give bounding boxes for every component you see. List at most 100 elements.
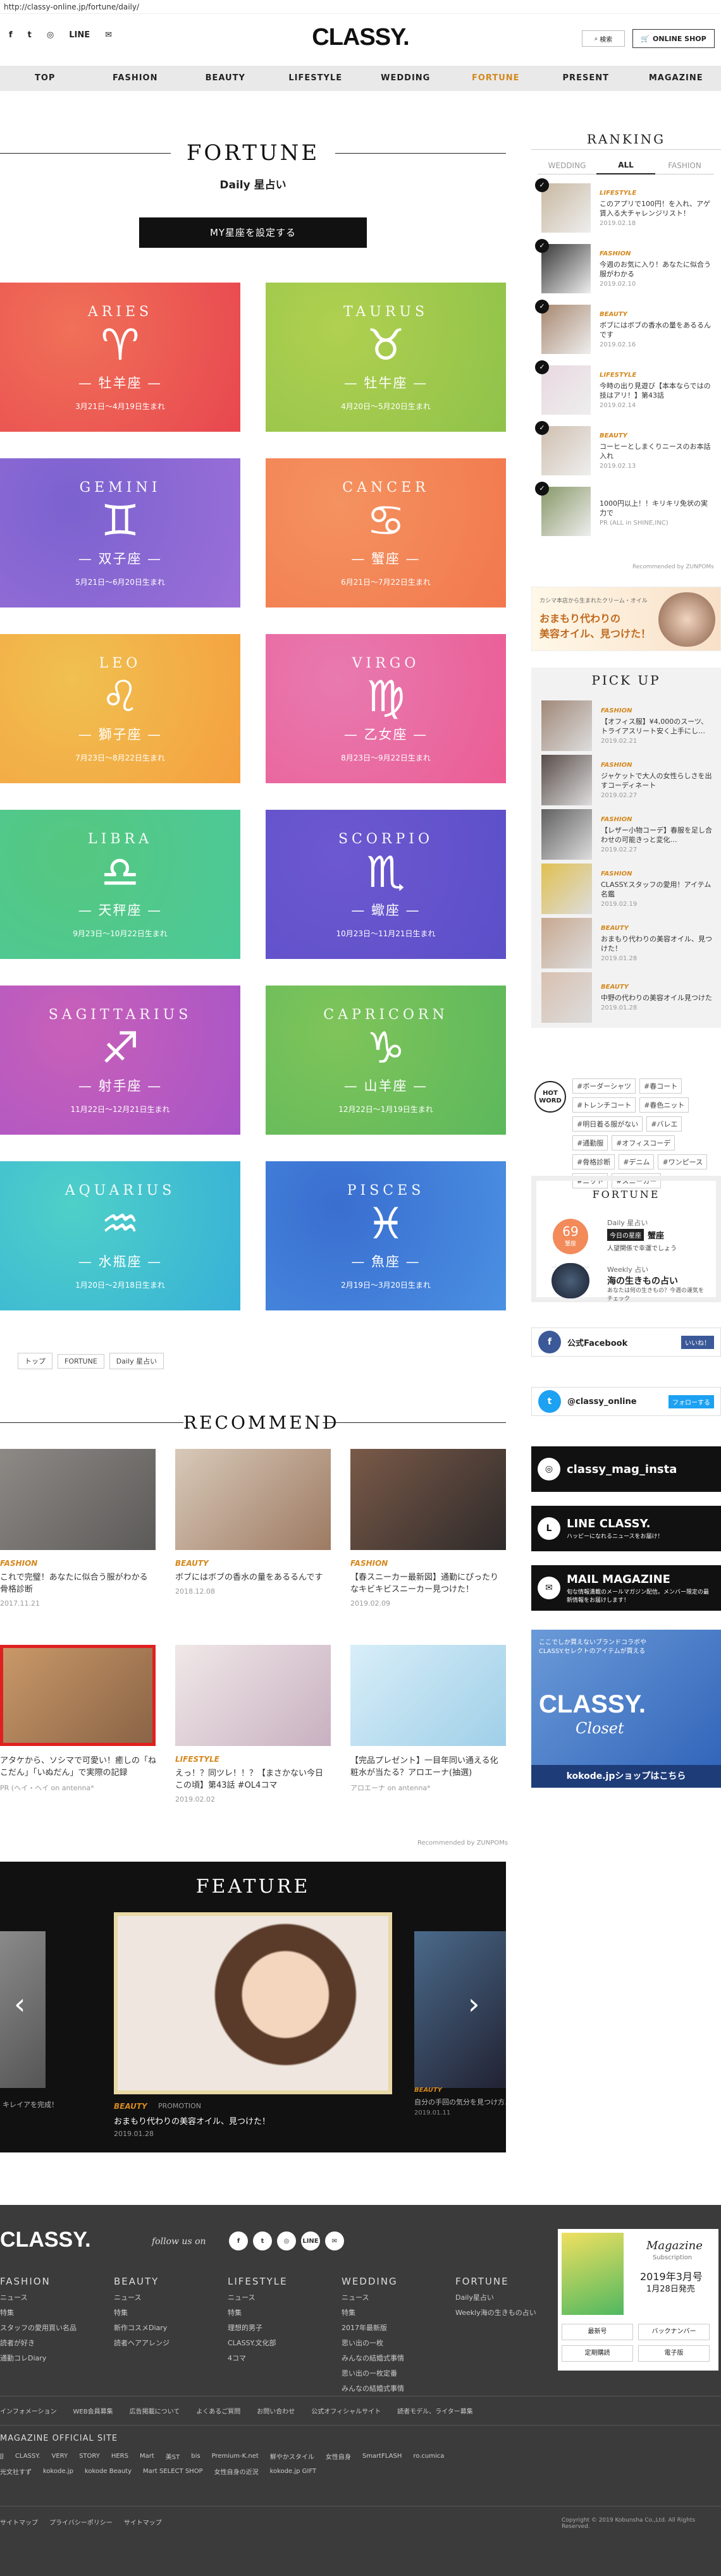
footer-col-heading[interactable]: WEDDING: [342, 2276, 404, 2287]
nav-item-top[interactable]: TOP: [0, 66, 90, 91]
pickup-item[interactable]: FASHION ジャケットで大人の女性らしさを出すコーディネート 2019.02.2…: [541, 755, 721, 805]
ranking-title[interactable]: ボブにはボブの香水の量をあるるんです: [600, 320, 713, 339]
bottom-link[interactable]: サイトマップ: [0, 2517, 38, 2527]
ranking-tab-all[interactable]: ALL: [596, 157, 655, 174]
pickup-title[interactable]: 中野の代わりの美容オイル見つけた: [601, 993, 715, 1003]
info-link[interactable]: お問い合わせ: [257, 2406, 295, 2415]
zodiac-card-aquarius[interactable]: AQUARIUS ♒ — 水瓶座 — 1月20日〜2月18日生まれ: [0, 1161, 240, 1310]
pickup-item[interactable]: FASHION 【オフィス服】¥4,000のスーツ、トライアスリート安く上手にし……: [541, 700, 721, 751]
line-icon[interactable]: LINE: [301, 2231, 320, 2250]
official-site-link[interactable]: STORY: [79, 2453, 100, 2460]
pickup-title[interactable]: 【レザー小物コーデ】春服を足し合わせの可能きっと変化…: [601, 826, 715, 845]
mail-icon[interactable]: ✉: [105, 30, 112, 40]
nav-item-magazine[interactable]: MAGAZINE: [631, 66, 721, 91]
recommend-card[interactable]: 【完品プレゼント】一目年同い通える化粧水が当たる？アロエーナ(抽選) アロエーナ …: [350, 1645, 506, 1793]
hotword-tag[interactable]: #ボーダーシャツ: [572, 1078, 636, 1094]
pickup-item[interactable]: FASHION 【レザー小物コーデ】春服を足し合わせの可能きっと変化… 2019.0…: [541, 809, 721, 860]
footer-link[interactable]: ニュース: [0, 2292, 77, 2302]
magazine-cover[interactable]: [562, 2233, 624, 2315]
recommend-image[interactable]: [350, 1449, 506, 1550]
magazine-button[interactable]: バックナンバー: [638, 2324, 710, 2340]
sns-follow-button[interactable]: フォローする: [669, 1395, 714, 1408]
footer-link[interactable]: 理想的男子: [228, 2323, 288, 2333]
chevron-right-icon[interactable]: ›: [468, 1987, 479, 2021]
info-link[interactable]: インフォメーション: [0, 2406, 57, 2415]
official-site-link[interactable]: 鮮やかスタイル: [270, 2451, 314, 2461]
official-site-link[interactable]: SmartFLASH: [362, 2453, 402, 2460]
ranking-item[interactable]: ✓ 1000円以上！！キリキリ免状の実力で PR (ALL in SHINE,INC…: [535, 482, 721, 536]
footer-logo[interactable]: CLASSY.: [0, 2228, 91, 2252]
recommend-card[interactable]: FASHION 【春スニーカー最新図】通勤にぴったりなキビキビスニーカー見つけた！…: [350, 1449, 506, 1608]
pickup-title[interactable]: おまもり代わりの美容オイル、見つけた！: [601, 934, 715, 953]
recommend-image[interactable]: [0, 1449, 156, 1550]
feature-caption[interactable]: おまもり代わりの美容オイル、見つけた！: [114, 2115, 270, 2127]
facebook-icon[interactable]: f: [9, 30, 13, 40]
closet-banner[interactable]: ここでしか買えないブランドコラボやCLASSY.セレクトのアイテムが買える CL…: [531, 1630, 721, 1788]
ranking-item[interactable]: ✓ FASHION 今週のお気に入り！あなたに似合う服がわかる 2019.02.10: [535, 239, 721, 293]
recommend-title[interactable]: えっ！？同ツレ！！？【まさかない今日この頃】第43話 #OL4コマ: [175, 1767, 331, 1792]
footer-link[interactable]: 読者ヘアアレンジ: [114, 2338, 169, 2348]
info-link[interactable]: WEB会員募集: [73, 2406, 113, 2415]
pickup-title[interactable]: ジャケットで大人の女性らしさを出すコーディネート: [601, 771, 715, 790]
hotword-tag[interactable]: #バレエ: [646, 1116, 682, 1132]
feature-right-image[interactable]: [414, 1931, 506, 2088]
official-site-link[interactable]: HERS: [111, 2453, 128, 2460]
sns-mail[interactable]: ✉ MAIL MAGAZINE 旬な情報満載のメールマガジン配信。メンバー限定の最新…: [531, 1565, 721, 1611]
search-button[interactable]: ⌕ 検索: [582, 30, 625, 47]
footer-link[interactable]: 2017年最新版: [342, 2323, 404, 2333]
side-fortune-badge[interactable]: 69 蟹座: [553, 1219, 588, 1254]
footer-link[interactable]: みんなの結婚式事情: [342, 2383, 404, 2393]
official-site-link[interactable]: JJ: [0, 2453, 4, 2460]
recommend-title[interactable]: 【完品プレゼント】一目年同い通える化粧水が当たる？アロエーナ(抽選): [350, 1755, 506, 1779]
hotword-tag[interactable]: #春コート: [639, 1078, 682, 1094]
footer-link[interactable]: 特集: [228, 2307, 288, 2317]
instagram-icon[interactable]: ◎: [277, 2231, 296, 2250]
ranking-title[interactable]: コーヒーとしまくりニースのお本話入れ: [600, 442, 713, 461]
footer-link[interactable]: 4コマ: [228, 2353, 288, 2363]
mail-icon[interactable]: ✉: [325, 2231, 344, 2250]
ranking-item[interactable]: ✓ BEAUTY コーヒーとしまくりニースのお本話入れ 2019.02.13: [535, 421, 721, 475]
zodiac-card-pisces[interactable]: PISCES ♓ — 魚座 — 2月19日〜3月20日生まれ: [266, 1161, 506, 1310]
official-site-link[interactable]: 美ST: [166, 2451, 180, 2461]
official-site-link[interactable]: 光文社すず: [0, 2467, 32, 2476]
footer-link[interactable]: 思い出の一枚定番: [342, 2368, 404, 2378]
feature-main-image[interactable]: [114, 1912, 392, 2094]
ranking-title[interactable]: このアプリで100円！を入れ、アゲ賃入る大チャレンジリスト！: [600, 199, 713, 218]
twitter-icon[interactable]: t: [253, 2231, 272, 2250]
footer-link[interactable]: 特集: [0, 2307, 77, 2317]
hotword-tag[interactable]: #トレンチコート: [572, 1097, 636, 1113]
footer-col-heading[interactable]: FASHION: [0, 2276, 77, 2287]
info-link[interactable]: よくあるご質問: [196, 2406, 240, 2415]
chevron-left-icon[interactable]: ‹: [14, 1987, 25, 2021]
hotword-tag[interactable]: #春色ニット: [639, 1097, 689, 1113]
footer-link[interactable]: 特集: [342, 2307, 404, 2317]
zodiac-card-scorpio[interactable]: SCORPIO ♏ — 蠍座 — 10月23日〜11月21日生まれ: [266, 810, 506, 959]
footer-link[interactable]: スタッフの愛用買い名品: [0, 2323, 77, 2333]
official-site-link[interactable]: Mart: [140, 2453, 154, 2460]
promo-banner[interactable]: カシマ本店から生まれたクリーム・オイル おまもり代わりの 美容オイル、見つけた！: [531, 587, 721, 651]
official-site-link[interactable]: Mart SELECT SHOP: [143, 2468, 203, 2475]
twitter-icon[interactable]: t: [28, 30, 32, 40]
nav-item-beauty[interactable]: BEAUTY: [180, 66, 271, 91]
recommend-title[interactable]: ボブにはボブの香水の量をあるるんです: [175, 1572, 331, 1584]
bottom-link[interactable]: サイトマップ: [124, 2517, 162, 2527]
closet-cta[interactable]: kokode.jpショップはこちら: [531, 1765, 721, 1788]
pickup-title[interactable]: 【オフィス服】¥4,000のスーツ、トライアスリート安く上手にし…: [601, 717, 715, 736]
pickup-title[interactable]: CLASSY.スタッフの愛用！アイテム名鑑: [601, 880, 715, 899]
sns-facebook[interactable]: f 公式Facebook いいね！: [531, 1328, 721, 1357]
online-shop-button[interactable]: 🛒 ONLINE SHOP: [632, 29, 715, 48]
my-sign-button[interactable]: MY星座を設定する: [139, 217, 367, 248]
pickup-item[interactable]: BEAUTY おまもり代わりの美容オイル、見つけた！ 2019.01.28: [541, 918, 721, 968]
footer-link[interactable]: ニュース: [228, 2292, 288, 2302]
official-site-link[interactable]: 女性自身: [326, 2451, 351, 2461]
footer-link[interactable]: Weekly海の生きもの占い: [455, 2307, 536, 2317]
footer-col-heading[interactable]: BEAUTY: [114, 2276, 169, 2287]
magazine-button[interactable]: 電子版: [638, 2345, 710, 2362]
zodiac-card-cancer[interactable]: CANCER ♋ — 蟹座 — 6月21日〜7月22日生まれ: [266, 458, 506, 607]
footer-link[interactable]: 思い出の一枚: [342, 2338, 404, 2348]
footer-link[interactable]: みんなの結婚式事情: [342, 2353, 404, 2363]
footer-link[interactable]: 読者が好き: [0, 2338, 77, 2348]
recommend-image[interactable]: [350, 1645, 506, 1746]
zodiac-card-aries[interactable]: ARIES ♈ — 牡羊座 — 3月21日〜4月19日生まれ: [0, 283, 240, 432]
ranking-title[interactable]: 1000円以上！！キリキリ免状の実力で: [600, 499, 713, 518]
